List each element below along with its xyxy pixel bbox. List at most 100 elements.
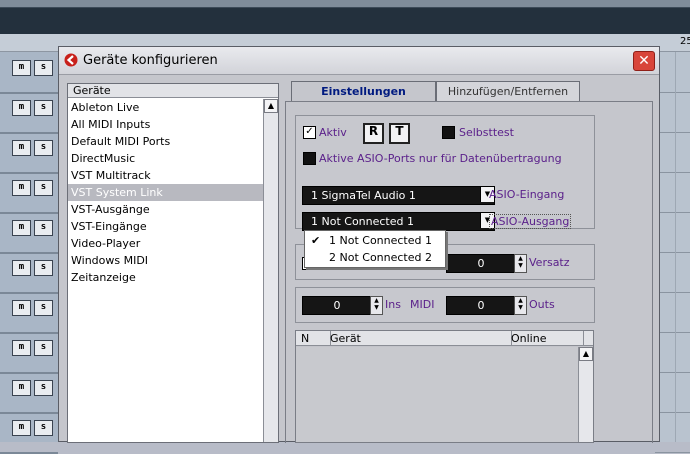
daw-top-bar <box>0 0 690 7</box>
close-button[interactable]: ✕ <box>633 51 655 71</box>
arrange-grid-line <box>675 52 676 442</box>
device-list-item[interactable]: Default MIDI Ports <box>68 133 265 150</box>
column-header-online[interactable]: Online <box>506 331 584 346</box>
track-separator <box>0 372 58 374</box>
asio-only-checkbox[interactable] <box>303 152 316 165</box>
arrange-lane-separator <box>655 332 690 333</box>
ports-table-body[interactable] <box>296 347 578 442</box>
dialog-titlebar[interactable]: Geräte konfigurieren ✕ <box>59 47 659 75</box>
track-solo-button[interactable]: s <box>34 140 53 156</box>
scroll-up-arrow-icon[interactable]: ▲ <box>264 99 278 113</box>
tab-einstellungen[interactable]: Einstellungen <box>291 81 436 102</box>
arrange-lane-separator <box>655 252 690 253</box>
track-separator <box>0 132 58 134</box>
track-mute-button[interactable]: m <box>12 60 31 76</box>
asio-output-select[interactable]: 1 Not Connected 1 ▼ <box>302 212 495 231</box>
aktiv-label: Aktiv <box>319 126 347 139</box>
device-list-scrollbar[interactable]: ▲ <box>263 99 278 442</box>
device-list-item[interactable]: DirectMusic <box>68 150 265 167</box>
asio-output-dropdown: ✔ 1 Not Connected 1 2 Not Connected 2 <box>304 230 446 268</box>
dropdown-option-label: 2 Not Connected 2 <box>329 251 432 264</box>
device-list-item[interactable]: Windows MIDI <box>68 252 265 269</box>
track-mute-button[interactable]: m <box>12 380 31 396</box>
daw-arrange-area[interactable] <box>655 52 690 442</box>
track-mute-button[interactable]: m <box>12 260 31 276</box>
t-button[interactable]: T <box>389 123 410 144</box>
track-solo-button[interactable]: s <box>34 260 53 276</box>
dropdown-option-2[interactable]: 2 Not Connected 2 <box>305 249 469 266</box>
asio-only-label: Aktive ASIO-Ports nur für Datenübertragu… <box>319 152 562 165</box>
arrange-lane-separator <box>655 92 690 93</box>
device-list-item[interactable]: Ableton Live <box>68 99 265 116</box>
track-separator <box>0 172 58 174</box>
arrange-lane-separator <box>655 132 690 133</box>
device-list-item[interactable]: VST-Ausgänge <box>68 201 265 218</box>
asio-input-label: ASIO-Eingang <box>489 188 565 201</box>
dialog-title: Geräte konfigurieren <box>83 53 218 68</box>
track-separator <box>0 332 58 334</box>
track-mute-button[interactable]: m <box>12 420 31 436</box>
track-solo-button[interactable]: s <box>34 180 53 196</box>
device-list-header[interactable]: Geräte <box>68 84 278 98</box>
device-list[interactable]: Geräte Ableton Live All MIDI Inputs Defaul… <box>67 83 279 443</box>
track-mute-button[interactable]: m <box>12 180 31 196</box>
track-separator <box>0 212 58 214</box>
arrange-lane-separator <box>655 452 690 453</box>
outs-field[interactable]: 0 <box>446 296 516 315</box>
outs-spinner[interactable]: ▲ ▼ <box>514 296 527 315</box>
device-list-item[interactable]: Zeitanzeige <box>68 269 265 286</box>
arrange-lane-separator <box>655 212 690 213</box>
dropdown-option-label: 1 Not Connected 1 <box>329 234 432 247</box>
ins-label: Ins <box>385 298 401 311</box>
arrange-lane-separator <box>655 412 690 413</box>
r-button[interactable]: R <box>363 123 384 144</box>
ports-table-scrollbar[interactable]: ▲ <box>578 347 593 442</box>
device-list-item[interactable]: VST System Link <box>68 184 265 201</box>
arrange-lane-separator <box>655 172 690 173</box>
track-mute-button[interactable]: m <box>12 300 31 316</box>
track-mute-button[interactable]: m <box>12 220 31 236</box>
selbsttest-label: Selbsttest <box>459 126 514 139</box>
column-header-geraet[interactable]: Gerät <box>325 331 512 346</box>
track-mute-button[interactable]: m <box>12 340 31 356</box>
daw-transport-bar <box>0 8 690 34</box>
tab-hinzufuegen-entfernen[interactable]: Hinzufügen/Entfernen <box>436 81 580 102</box>
track-solo-button[interactable]: s <box>34 420 53 436</box>
track-separator <box>0 92 58 94</box>
track-solo-button[interactable]: s <box>34 60 53 76</box>
cubase-logo-icon <box>64 53 78 67</box>
versatz-label: Versatz <box>529 256 570 269</box>
midi-label: MIDI <box>410 298 435 311</box>
asio-input-value: 1 SigmaTel Audio 1 <box>311 189 416 202</box>
ins-spinner[interactable]: ▲ ▼ <box>370 296 383 315</box>
outs-label: Outs <box>529 298 555 311</box>
track-solo-button[interactable]: s <box>34 100 53 116</box>
arrange-lane-separator <box>655 292 690 293</box>
track-solo-button[interactable]: s <box>34 300 53 316</box>
asio-input-select[interactable]: 1 SigmaTel Audio 1 ▼ <box>302 186 495 205</box>
aktiv-checkbox[interactable]: ✓ <box>303 126 316 139</box>
checkmark-icon: ✔ <box>311 234 321 247</box>
dropdown-option-1[interactable]: ✔ 1 Not Connected 1 <box>305 232 469 249</box>
track-solo-button[interactable]: s <box>34 220 53 236</box>
track-solo-button[interactable]: s <box>34 340 53 356</box>
track-solo-button[interactable]: s <box>34 380 53 396</box>
ports-table[interactable]: N Gerät Online ▲ <box>295 330 594 443</box>
ins-field[interactable]: 0 <box>302 296 372 315</box>
device-list-item[interactable]: VST-Eingänge <box>68 218 265 235</box>
device-list-item[interactable]: Video-Player <box>68 235 265 252</box>
asio-output-value: 1 Not Connected 1 <box>311 215 414 228</box>
scroll-up-arrow-icon[interactable]: ▲ <box>579 347 593 361</box>
track-mute-button[interactable]: m <box>12 140 31 156</box>
device-list-item[interactable]: VST Multitrack <box>68 167 265 184</box>
track-separator <box>0 412 58 414</box>
asio-output-label: ASIO-Ausgang <box>489 214 572 229</box>
track-separator <box>0 292 58 294</box>
ports-table-header: N Gerät Online <box>296 331 593 346</box>
versatz-spinner[interactable]: ▲ ▼ <box>514 254 527 273</box>
track-mute-button[interactable]: m <box>12 100 31 116</box>
selbsttest-checkbox[interactable] <box>442 126 455 139</box>
track-separator <box>0 252 58 254</box>
arrange-lane-separator <box>655 372 690 373</box>
device-list-item[interactable]: All MIDI Inputs <box>68 116 265 133</box>
